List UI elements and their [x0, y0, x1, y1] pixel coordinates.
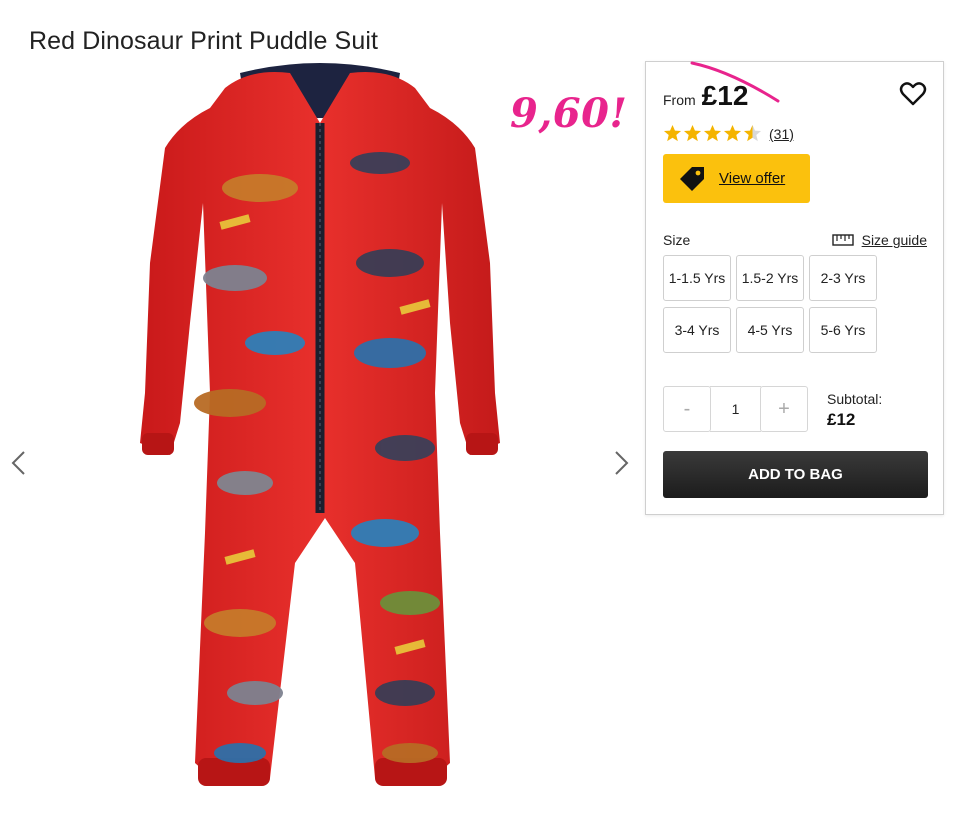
- quantity-decrease-button[interactable]: -: [663, 386, 711, 432]
- price: £12: [701, 80, 749, 111]
- size-option-5-6-yrs[interactable]: 5-6 Yrs: [809, 307, 877, 353]
- quantity-increase-button[interactable]: +: [760, 386, 808, 432]
- wishlist-heart-icon[interactable]: [899, 80, 927, 108]
- add-to-bag-button[interactable]: ADD TO BAG: [663, 451, 928, 498]
- next-image-icon[interactable]: [610, 448, 632, 478]
- ruler-icon: [831, 234, 854, 246]
- tag-icon: [680, 166, 704, 191]
- subtotal: Subtotal: £12: [827, 391, 882, 430]
- view-offer-label: View offer: [719, 170, 786, 187]
- size-label: Size: [663, 232, 691, 248]
- size-option-2-3-yrs[interactable]: 2-3 Yrs: [809, 255, 877, 301]
- star-icon: [703, 124, 722, 142]
- size-option-3-4-yrs[interactable]: 3-4 Yrs: [663, 307, 731, 353]
- previous-image-icon[interactable]: [8, 448, 30, 478]
- review-count-link[interactable]: (31): [769, 126, 794, 142]
- subtotal-value: £12: [827, 410, 856, 429]
- quantity-input[interactable]: 1: [710, 386, 761, 432]
- product-gallery: [0, 55, 640, 835]
- star-rating: [663, 124, 762, 143]
- buy-box: From £12 (31) View offer Size Size guide…: [645, 61, 944, 515]
- product-image: [140, 63, 500, 786]
- star-icon: [663, 124, 682, 142]
- price-from-label: From: [663, 92, 696, 108]
- star-icon: [683, 124, 702, 142]
- view-offer-button[interactable]: View offer: [663, 154, 810, 203]
- size-option-1.5-2-yrs[interactable]: 1.5-2 Yrs: [736, 255, 804, 301]
- quantity-stepper: - 1 +: [663, 386, 809, 432]
- size-guide-link[interactable]: Size guide: [831, 232, 927, 248]
- size-guide-label: Size guide: [861, 232, 927, 248]
- star-icon: [723, 124, 742, 142]
- size-option-4-5-yrs[interactable]: 4-5 Yrs: [736, 307, 804, 353]
- rating: (31): [663, 124, 794, 143]
- size-option-1-1.5-yrs[interactable]: 1-1.5 Yrs: [663, 255, 731, 301]
- product-title: Red Dinosaur Print Puddle Suit: [29, 26, 379, 55]
- half-star-icon: [743, 124, 762, 142]
- subtotal-label: Subtotal:: [827, 391, 883, 407]
- price-row: From £12: [663, 80, 748, 112]
- handwritten-price-annotation: 9,60!: [510, 90, 628, 137]
